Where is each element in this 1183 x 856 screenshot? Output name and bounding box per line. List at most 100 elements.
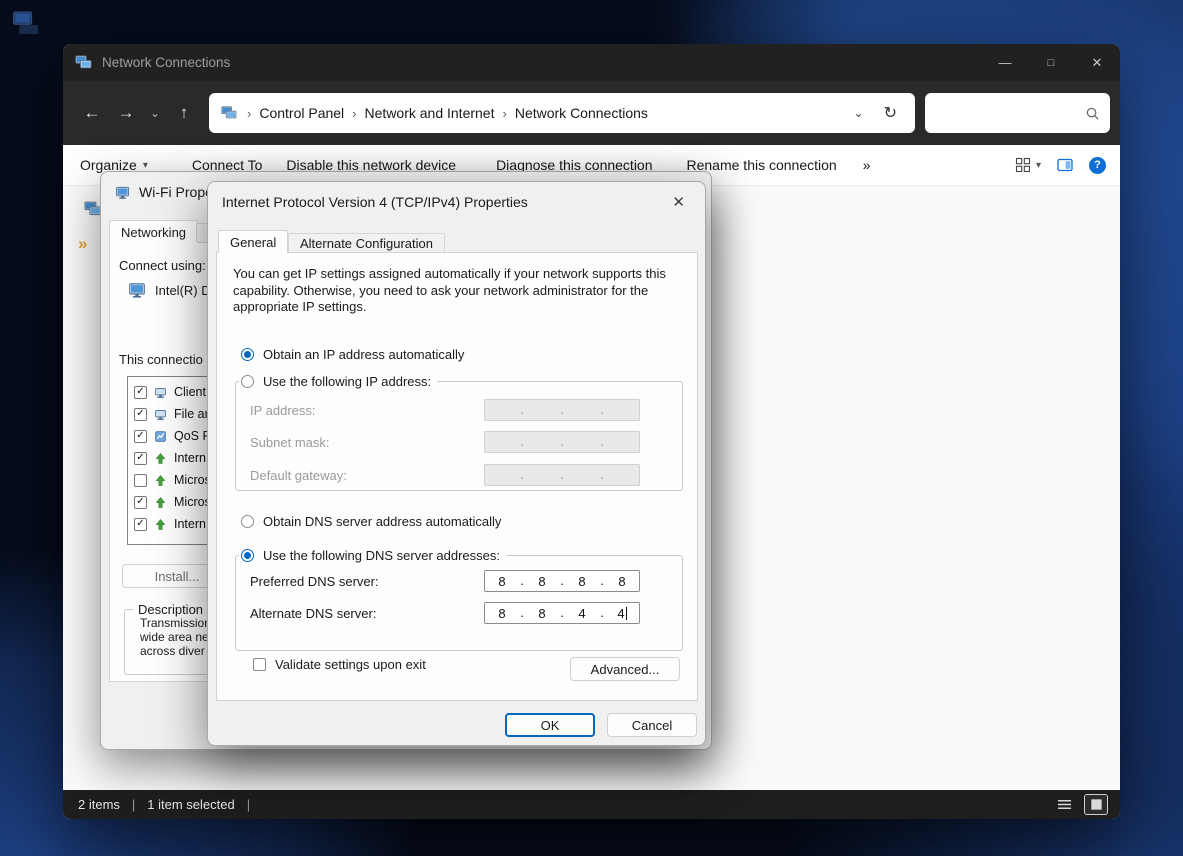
item-checkbox[interactable]: ✓ [134,518,147,531]
navigation-bar: ← → ⌄ ↑ › Control Panel › Network and In… [63,81,1120,145]
toolbar-overflow-button[interactable]: » [863,157,871,173]
general-tab-panel: You can get IP settings assigned automat… [216,252,698,701]
item-checkbox[interactable] [134,474,147,487]
description-line: wide area ne [140,630,211,644]
ip-address-label: IP address: [250,403,316,418]
preferred-dns-row: Preferred DNS server: 8. 8. 8. 8 [250,570,670,593]
close-button[interactable]: ✕ [1074,44,1120,81]
tab-general[interactable]: General [218,230,288,253]
validate-label: Validate settings upon exit [275,657,426,672]
maximize-button[interactable]: □ [1028,44,1074,81]
radio-use-dns[interactable]: Use the following DNS server addresses: [239,548,506,563]
ipv4-dialog-title: Internet Protocol Version 4 (TCP/IPv4) P… [222,194,528,210]
adapter-row: Intel(R) D [128,281,211,299]
status-bar: 2 items | 1 item selected | [63,790,1120,819]
forward-button[interactable]: → [109,97,143,129]
item-checkbox[interactable]: ✓ [134,386,147,399]
item-checkbox[interactable]: ✓ [134,408,147,421]
preferred-dns-label: Preferred DNS server: [250,574,379,589]
radio-obtain-ip-label: Obtain an IP address automatically [263,347,464,362]
subnet-mask-row: Subnet mask: . . . [250,431,670,454]
details-view-button[interactable] [1052,794,1076,815]
item-label: Client [174,385,206,399]
items-count: 2 items [78,797,120,812]
history-dropdown-button[interactable]: ⌄ [143,97,167,129]
back-button[interactable]: ← [75,97,109,129]
radio-button-selected[interactable] [241,348,254,361]
adapter-name: Intel(R) D [155,283,211,298]
radio-use-ip[interactable]: Use the following IP address: [239,374,437,389]
radio-obtain-dns-label: Obtain DNS server address automatically [263,514,501,529]
protocol-icon [154,474,167,487]
item-checkbox[interactable]: ✓ [134,452,147,465]
large-icons-view-button[interactable] [1084,794,1108,815]
tab-alternate-configuration[interactable]: Alternate Configuration [288,233,445,252]
location-icon [221,105,237,121]
help-button[interactable]: ? [1089,157,1106,174]
advanced-button[interactable]: Advanced... [570,657,680,681]
refresh-icon[interactable]: ↻ [874,103,907,123]
adapter-icon [128,281,146,299]
ipv4-dialog-titlebar[interactable]: Internet Protocol Version 4 (TCP/IPv4) P… [208,182,705,222]
ipv4-properties-dialog: Internet Protocol Version 4 (TCP/IPv4) P… [207,181,706,746]
address-dropdown-icon[interactable]: ⌄ [844,106,874,120]
ok-button[interactable]: OK [505,713,595,737]
alternate-dns-field[interactable]: 8. 8. 4. 4 [484,602,640,624]
network-connections-icon [75,54,92,71]
radio-obtain-ip[interactable]: Obtain an IP address automatically [241,347,464,362]
default-gateway-label: Default gateway: [250,468,347,483]
preview-pane-button[interactable] [1056,157,1074,173]
breadcrumb-network-connections[interactable]: Network Connections [513,105,650,121]
dialog-close-icon[interactable]: ✕ [666,191,691,213]
tab-networking[interactable]: Networking [109,220,198,243]
title-bar[interactable]: Network Connections — □ ✕ [63,44,1120,81]
desktop-icon[interactable] [12,8,38,39]
radio-button[interactable] [241,515,254,528]
minimize-button[interactable]: — [982,44,1028,81]
preferred-dns-field[interactable]: 8. 8. 8. 8 [484,570,640,592]
crumb-separator: › [346,106,362,121]
alternate-dns-label: Alternate DNS server: [250,606,376,621]
search-icon[interactable] [1085,106,1100,121]
cancel-button[interactable]: Cancel [607,713,697,737]
rename-connection-button[interactable]: Rename this connection [687,157,837,173]
subnet-mask-field: . . . [484,431,640,453]
change-view-button[interactable]: ▾ [1015,157,1041,173]
client-icon [154,386,167,399]
description-label: Description [133,602,208,617]
description-text: Transmission wide area ne across diver [140,616,211,658]
radio-button-selected[interactable] [241,549,254,562]
item-label: File ar [174,407,209,421]
address-bar[interactable]: › Control Panel › Network and Internet ›… [209,93,915,133]
radio-use-ip-label: Use the following IP address: [263,374,431,389]
chevron-down-icon: ▾ [1036,160,1041,171]
breadcrumb-control-panel[interactable]: Control Panel [257,105,346,121]
validate-settings-checkbox-row[interactable]: Validate settings upon exit [253,657,426,672]
preview-pane-icon [1056,157,1074,173]
crumb-separator: › [496,106,512,121]
validate-checkbox[interactable] [253,658,266,671]
radio-button[interactable] [241,375,254,388]
chevron-down-icon: ▾ [143,160,148,171]
search-input[interactable] [937,106,1079,121]
computer-icon [12,8,38,34]
toolbar-right-group: ▾ ? [1015,157,1106,174]
default-gateway-row: Default gateway: . . . [250,464,670,487]
item-checkbox[interactable]: ✓ [134,496,147,509]
protocol-icon [154,496,167,509]
wifi-dialog-icon [115,185,130,200]
up-button[interactable]: ↑ [167,97,201,129]
search-box[interactable] [925,93,1110,133]
item-label: Intern [174,451,206,465]
status-view-buttons [1052,794,1108,815]
description-line: across diver [140,644,211,658]
connection-uses-label: This connectio [119,352,203,367]
radio-obtain-dns[interactable]: Obtain DNS server address automatically [241,514,501,529]
grid-view-icon [1015,157,1031,173]
text-cursor [626,607,627,620]
item-checkbox[interactable]: ✓ [134,430,147,443]
item-label: QoS P [174,429,211,443]
breadcrumb-network-and-internet[interactable]: Network and Internet [363,105,497,121]
intro-text: You can get IP settings assigned automat… [233,266,685,316]
connection-status-icon: » [78,234,87,254]
